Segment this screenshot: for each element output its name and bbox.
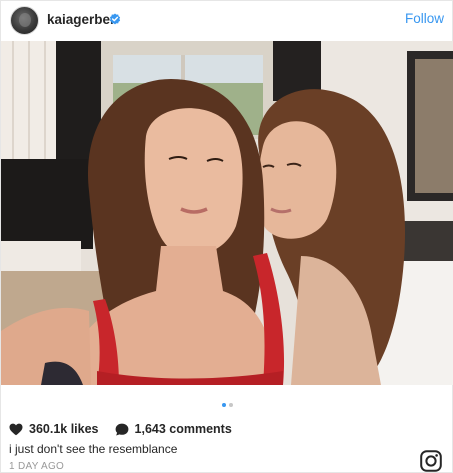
carousel-indicator xyxy=(1,394,453,407)
post-photo[interactable] xyxy=(1,41,453,385)
comments-count[interactable]: 1,643 comments xyxy=(135,422,232,436)
profile-avatar[interactable] xyxy=(10,6,39,35)
carousel-dot-active[interactable] xyxy=(222,403,226,407)
likes-count[interactable]: 360.1k likes xyxy=(29,422,99,436)
post-caption: i just don't see the resemblance xyxy=(9,442,178,456)
post-header: kaiagerber Follow xyxy=(1,1,453,41)
post-timestamp[interactable]: 1 DAY AGO xyxy=(9,461,64,472)
instagram-post-embed: kaiagerber Follow 360.1k likes 1,643 com… xyxy=(0,0,453,473)
username-link[interactable]: kaiagerber xyxy=(47,12,115,27)
photo-illustration xyxy=(1,41,453,385)
follow-button[interactable]: Follow xyxy=(405,11,444,26)
instagram-logo-icon[interactable] xyxy=(420,450,442,472)
heart-icon[interactable] xyxy=(9,423,23,436)
comment-bubble-icon[interactable] xyxy=(115,423,129,436)
carousel-dot[interactable] xyxy=(229,403,233,407)
verified-badge-icon xyxy=(109,13,121,25)
post-stats: 360.1k likes 1,643 comments xyxy=(9,421,248,437)
